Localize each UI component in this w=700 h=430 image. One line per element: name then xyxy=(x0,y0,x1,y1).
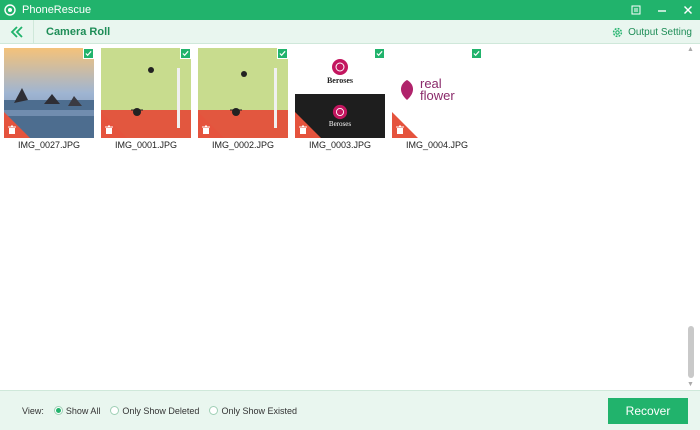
radio-selected-icon[interactable] xyxy=(53,406,63,415)
rose-logo-icon xyxy=(332,104,348,120)
checkbox-checked-icon[interactable] xyxy=(471,48,482,59)
photo-filename: IMG_0001.JPG xyxy=(114,140,178,150)
radio-unselected-icon[interactable] xyxy=(110,406,120,415)
logo-text: Beroses xyxy=(326,75,354,85)
radio-unselected-icon[interactable] xyxy=(209,406,219,415)
photo-thumbnail[interactable]: Beroses Beroses xyxy=(295,48,385,138)
photo-tile[interactable]: IMG_0002.JPG xyxy=(198,48,288,150)
photo-filename: IMG_0003.JPG xyxy=(308,140,372,150)
trash-icon[interactable] xyxy=(298,125,308,135)
photo-thumbnail[interactable] xyxy=(4,48,94,138)
minimize-icon[interactable] xyxy=(656,4,668,16)
photo-tile[interactable]: IMG_0001.JPG xyxy=(101,48,191,150)
logo-text: Beroses xyxy=(328,120,352,128)
photo-filename: IMG_0027.JPG xyxy=(17,140,81,150)
output-setting-label: Output Setting xyxy=(628,26,692,38)
checkbox-checked-icon[interactable] xyxy=(277,48,288,59)
logo-text: flower xyxy=(420,88,455,103)
checkbox-checked-icon[interactable] xyxy=(180,48,191,59)
page-title: Camera Roll xyxy=(46,25,111,38)
photo-grid-area: IMG_0027.JPG IMG_0001.JPG IMG_0002.JPG B… xyxy=(0,44,700,390)
radio-label: Only Show Existed xyxy=(221,405,297,416)
checkbox-checked-icon[interactable] xyxy=(83,48,94,59)
back-button[interactable] xyxy=(0,19,34,44)
photo-tile[interactable]: Beroses Beroses IMG_0003.JPG xyxy=(295,48,385,150)
photo-filename: IMG_0002.JPG xyxy=(211,140,275,150)
menu-icon[interactable] xyxy=(630,4,642,16)
photo-filename: IMG_0004.JPG xyxy=(405,140,469,150)
footer-bar: View: Show All Only Show Deleted Only Sh… xyxy=(0,390,700,430)
flower-logo-icon xyxy=(400,80,414,100)
radio-label: Show All xyxy=(65,405,101,416)
photo-grid: IMG_0027.JPG IMG_0001.JPG IMG_0002.JPG B… xyxy=(4,48,482,150)
photo-tile[interactable]: real flower IMG_0004.JPG xyxy=(392,48,482,150)
trash-icon[interactable] xyxy=(7,125,17,135)
radio-show-all[interactable]: Show All xyxy=(53,405,101,416)
photo-thumbnail[interactable] xyxy=(101,48,191,138)
radio-only-show-deleted[interactable]: Only Show Deleted xyxy=(110,406,199,416)
close-icon[interactable] xyxy=(682,4,694,16)
window-controls xyxy=(630,0,694,20)
recover-button[interactable]: Recover xyxy=(608,398,688,424)
scroll-down-arrow-icon[interactable]: ▼ xyxy=(687,381,694,388)
radio-only-show-existed[interactable]: Only Show Existed xyxy=(209,406,297,416)
header-bar: Camera Roll Output Setting xyxy=(0,19,700,44)
scroll-up-arrow-icon[interactable]: ▲ xyxy=(687,46,694,53)
trash-icon[interactable] xyxy=(104,125,114,135)
trash-icon[interactable] xyxy=(201,125,211,135)
app-logo-icon xyxy=(0,0,20,20)
photo-thumbnail[interactable]: real flower xyxy=(392,48,482,138)
rose-logo-icon xyxy=(332,58,348,75)
gear-icon xyxy=(612,27,623,37)
photo-tile[interactable]: IMG_0027.JPG xyxy=(4,48,94,150)
radio-label: Only Show Deleted xyxy=(122,405,200,416)
output-setting-button[interactable]: Output Setting xyxy=(611,20,692,44)
window-title: PhoneRescue xyxy=(22,4,92,16)
view-label: View: xyxy=(22,405,44,416)
double-chevron-left-icon xyxy=(10,25,23,38)
title-bar: PhoneRescue xyxy=(0,0,700,20)
scroll-thumb[interactable] xyxy=(688,326,694,378)
trash-icon[interactable] xyxy=(395,125,405,135)
checkbox-checked-icon[interactable] xyxy=(374,48,385,59)
photo-thumbnail[interactable] xyxy=(198,48,288,138)
vertical-scrollbar[interactable]: ▲ ▼ xyxy=(687,44,694,390)
